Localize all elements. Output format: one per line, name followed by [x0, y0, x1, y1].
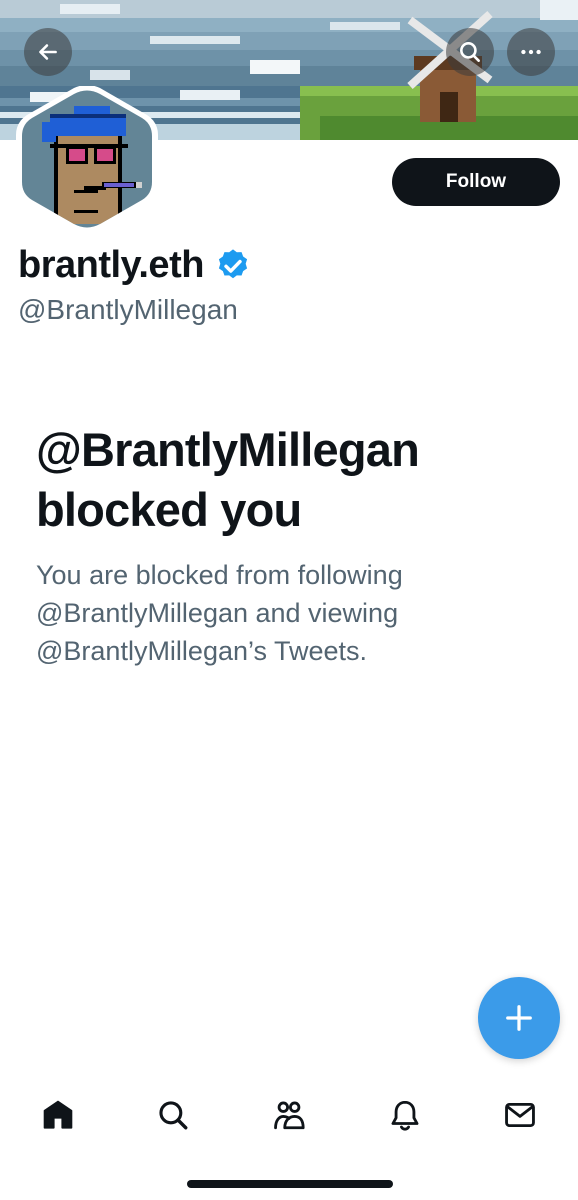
profile-handle: @BrantlyMillegan	[18, 294, 238, 325]
bell-icon	[391, 1100, 419, 1131]
more-horizontal-icon	[521, 49, 541, 55]
blocked-title: @BrantlyMillegan blocked you	[36, 423, 420, 536]
nav-communities[interactable]	[231, 1080, 347, 1150]
avatar[interactable]	[14, 86, 160, 232]
profile-display-name: brantly.eth	[18, 244, 252, 287]
more-options-button[interactable]	[507, 28, 555, 76]
home-icon	[43, 1100, 73, 1129]
back-button[interactable]	[24, 28, 72, 76]
nav-search[interactable]	[116, 1080, 232, 1150]
nft-avatar-image	[16, 86, 158, 232]
verified-badge-icon[interactable]	[214, 247, 252, 285]
follow-button[interactable]: Follow	[392, 158, 560, 206]
display-name-text: brantly.eth	[18, 244, 204, 286]
nav-home[interactable]	[0, 1080, 116, 1150]
mail-icon	[505, 1102, 536, 1128]
plus-icon	[506, 1005, 532, 1031]
nav-messages[interactable]	[462, 1080, 578, 1150]
home-indicator	[187, 1180, 393, 1188]
communities-icon	[274, 1101, 305, 1130]
search-icon	[159, 1101, 188, 1130]
compose-tweet-button[interactable]	[478, 977, 560, 1059]
blocked-description: You are blocked from following @BrantlyM…	[36, 560, 403, 666]
nav-notifications[interactable]	[347, 1080, 463, 1150]
bottom-nav	[0, 1080, 578, 1150]
arrow-left-icon	[39, 44, 57, 60]
search-icon	[460, 42, 480, 62]
search-button[interactable]	[446, 28, 494, 76]
